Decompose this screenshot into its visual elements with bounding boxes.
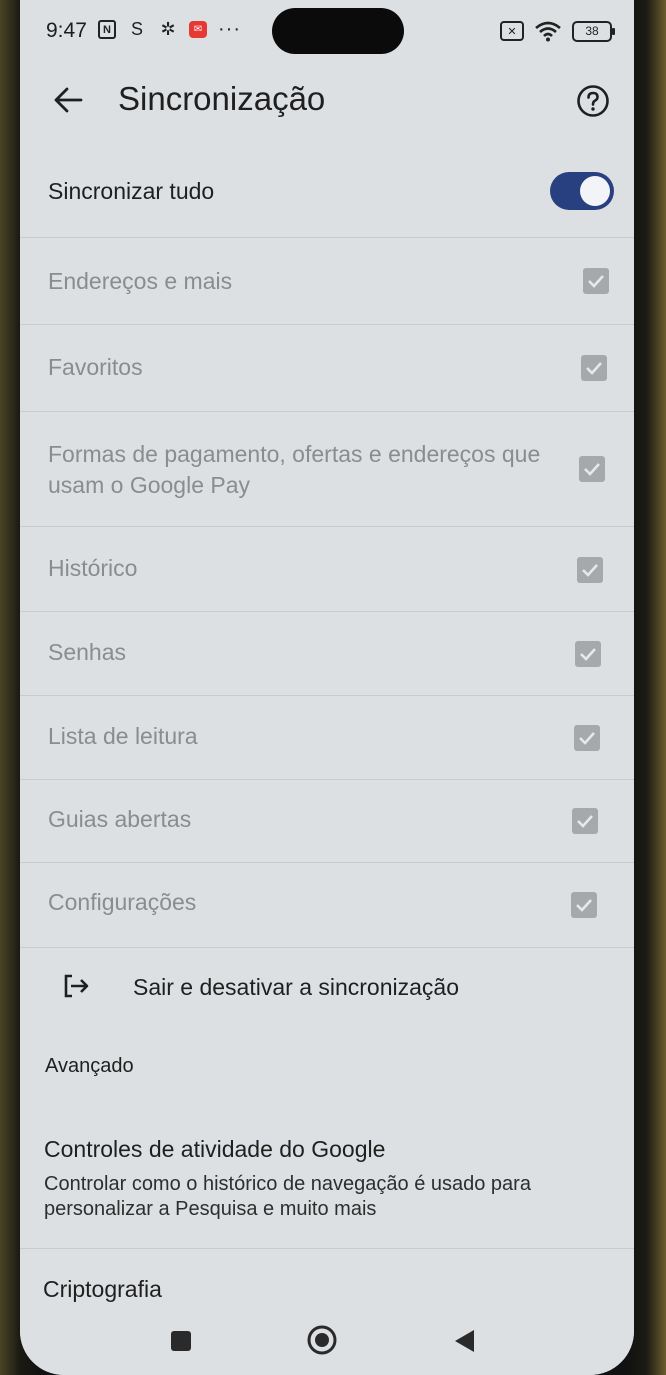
status-time: 9:47 (46, 19, 87, 42)
sync-item-settings[interactable]: Configurações (20, 863, 634, 948)
page-title: Sincronização (118, 80, 326, 117)
checkbox-checked-icon[interactable] (583, 268, 609, 294)
sync-item-label: Configurações (48, 889, 197, 915)
gear-icon: ✲ (160, 19, 176, 39)
sync-item-label: Guias abertas (48, 806, 192, 832)
activity-subtitle: Controlar como o histórico de navegação … (44, 1173, 531, 1220)
sync-item-label: Formas de pagamento, ofertas e endereços… (48, 441, 541, 498)
camera-notch (272, 8, 404, 54)
checkbox-checked-icon[interactable] (577, 557, 603, 583)
nfc-icon: N (98, 20, 116, 39)
status-icons-right: ✕ 38 (500, 20, 615, 42)
sign-out-row[interactable]: Sair e desativar a sincronização (20, 950, 634, 1028)
toggle-knob (580, 176, 610, 206)
overflow-dots: ··· (218, 18, 241, 40)
sync-item-label: Senhas (48, 639, 127, 665)
checkbox-checked-icon[interactable] (571, 892, 597, 918)
nav-back-button[interactable] (452, 1328, 476, 1354)
sync-all-row[interactable]: Sincronizar tudo (20, 148, 634, 238)
sync-all-label: Sincronizar tudo (48, 178, 215, 204)
checkbox-checked-icon[interactable] (581, 355, 607, 381)
checkbox-checked-icon[interactable] (572, 808, 598, 834)
no-sim-icon: ✕ (500, 21, 524, 41)
help-icon[interactable] (576, 84, 610, 118)
mail-icon: ✉ (189, 21, 207, 38)
activity-title: Controles de atividade do Google (44, 1136, 386, 1162)
battery-icon: 38 (572, 20, 615, 42)
wifi-icon (535, 21, 561, 42)
status-bar: 9:47 N Ѕ ✲ ✉ ··· ✕ 38 (20, 0, 634, 62)
sync-item-passwords[interactable]: Senhas (20, 612, 634, 696)
encryption-title: Criptografia (43, 1276, 162, 1302)
app-bar: Sincronização (20, 62, 634, 140)
s-app-icon: Ѕ (130, 19, 143, 39)
section-header-advanced: Avançado (45, 1055, 134, 1077)
home-button[interactable] (307, 1325, 337, 1355)
sync-item-label: Histórico (48, 555, 138, 581)
logout-icon (64, 974, 89, 998)
sync-item-label: Favoritos (48, 354, 143, 380)
checkbox-checked-icon[interactable] (574, 725, 600, 751)
sync-item-label: Lista de leitura (48, 723, 198, 749)
status-icons-left: N Ѕ ✲ ✉ ··· (98, 18, 241, 41)
encryption-row[interactable]: Criptografia (20, 1250, 634, 1310)
screen: 9:47 N Ѕ ✲ ✉ ··· ✕ 38 Sincronização Sinc… (20, 0, 634, 1375)
sync-item-bookmarks[interactable]: Favoritos (20, 325, 634, 412)
checkbox-checked-icon[interactable] (575, 641, 601, 667)
sync-item-addresses[interactable]: Endereços e mais (20, 238, 634, 325)
sync-item-history[interactable]: Histórico (20, 527, 634, 612)
sync-item-open-tabs[interactable]: Guias abertas (20, 780, 634, 863)
google-activity-controls-row[interactable]: Controles de atividade do Google Control… (20, 1118, 634, 1249)
arrow-left-icon (54, 87, 83, 113)
sign-out-label: Sair e desativar a sincronização (133, 974, 459, 1000)
system-nav-bar (20, 1310, 634, 1375)
sync-item-reading-list[interactable]: Lista de leitura (20, 696, 634, 780)
checkbox-checked-icon[interactable] (579, 456, 605, 482)
sync-item-payment[interactable]: Formas de pagamento, ofertas e endereços… (20, 412, 634, 527)
back-button[interactable] (48, 80, 88, 120)
sync-item-label: Endereços e mais (48, 268, 233, 294)
sync-all-toggle[interactable] (550, 172, 614, 210)
recents-button[interactable] (171, 1331, 191, 1351)
